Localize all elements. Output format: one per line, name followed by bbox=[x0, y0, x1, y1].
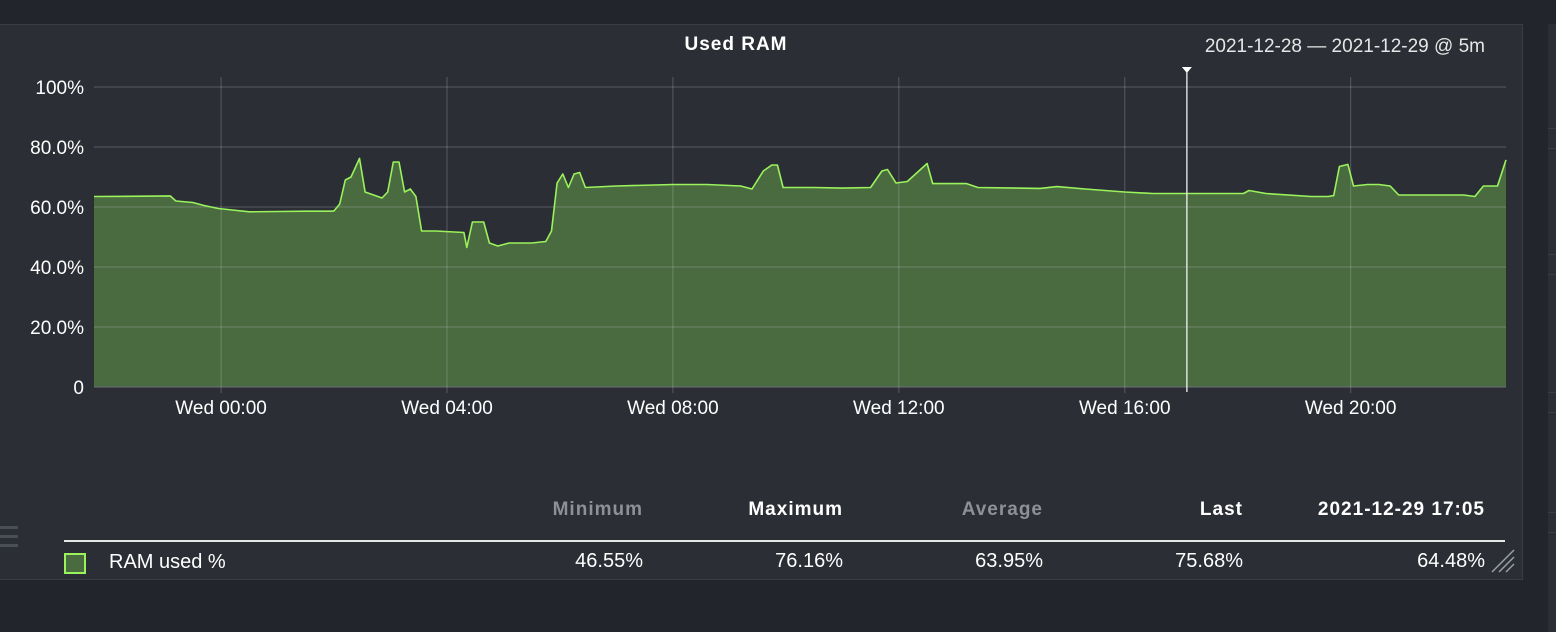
legend-table: Minimum Maximum Average Last 2021-12-29 … bbox=[64, 499, 1505, 574]
resize-handle-icon[interactable] bbox=[1490, 548, 1518, 576]
y-tick-label: 80.0% bbox=[30, 138, 84, 159]
y-tick-label: 100% bbox=[35, 78, 84, 99]
x-tick-label: Wed 08:00 bbox=[627, 398, 719, 419]
legend-swatch[interactable] bbox=[64, 553, 86, 574]
y-tick-label: 0 bbox=[73, 378, 84, 399]
x-tick-label: Wed 20:00 bbox=[1305, 398, 1397, 419]
y-axis: 100% 80.0% 60.0% 40.0% 20.0% 0 bbox=[30, 78, 84, 399]
y-tick-label: 40.0% bbox=[30, 258, 84, 279]
x-tick-label: Wed 12:00 bbox=[853, 398, 945, 419]
x-tick-label: Wed 00:00 bbox=[175, 398, 267, 419]
legend-header-last[interactable]: Last bbox=[1200, 499, 1243, 520]
x-tick-label: Wed 04:00 bbox=[401, 398, 493, 419]
legend-value-last: 75.68% bbox=[1175, 550, 1243, 572]
x-tick-label: Wed 16:00 bbox=[1079, 398, 1171, 419]
series-area-fill bbox=[94, 158, 1506, 387]
y-tick-label: 60.0% bbox=[30, 198, 84, 219]
legend-series-name[interactable]: RAM used % bbox=[109, 551, 226, 573]
legend-value-minimum: 46.55% bbox=[575, 550, 643, 572]
chart-area bbox=[94, 158, 1506, 387]
legend-header-timestamp: 2021-12-29 17:05 bbox=[1318, 499, 1485, 520]
legend-header-minimum[interactable]: Minimum bbox=[553, 499, 643, 520]
legend-value-maximum: 76.16% bbox=[775, 550, 843, 572]
legend-header-maximum[interactable]: Maximum bbox=[748, 499, 843, 520]
ram-chart[interactable]: Used RAM 2021-12-28 — 2021-12-29 @ 5m 10… bbox=[0, 0, 1556, 632]
legend-value-at-cursor: 64.48% bbox=[1417, 550, 1485, 572]
legend-header-average[interactable]: Average bbox=[962, 499, 1043, 520]
x-axis: Wed 00:00 Wed 04:00 Wed 08:00 Wed 12:00 Wed … bbox=[175, 398, 1396, 419]
cursor-marker-icon[interactable] bbox=[1181, 67, 1192, 73]
chart-title: Used RAM bbox=[684, 34, 787, 55]
menu-icon[interactable] bbox=[0, 526, 18, 553]
legend-value-average: 63.95% bbox=[975, 550, 1043, 572]
time-range-label[interactable]: 2021-12-28 — 2021-12-29 @ 5m bbox=[1205, 36, 1485, 57]
y-tick-label: 20.0% bbox=[30, 318, 84, 339]
